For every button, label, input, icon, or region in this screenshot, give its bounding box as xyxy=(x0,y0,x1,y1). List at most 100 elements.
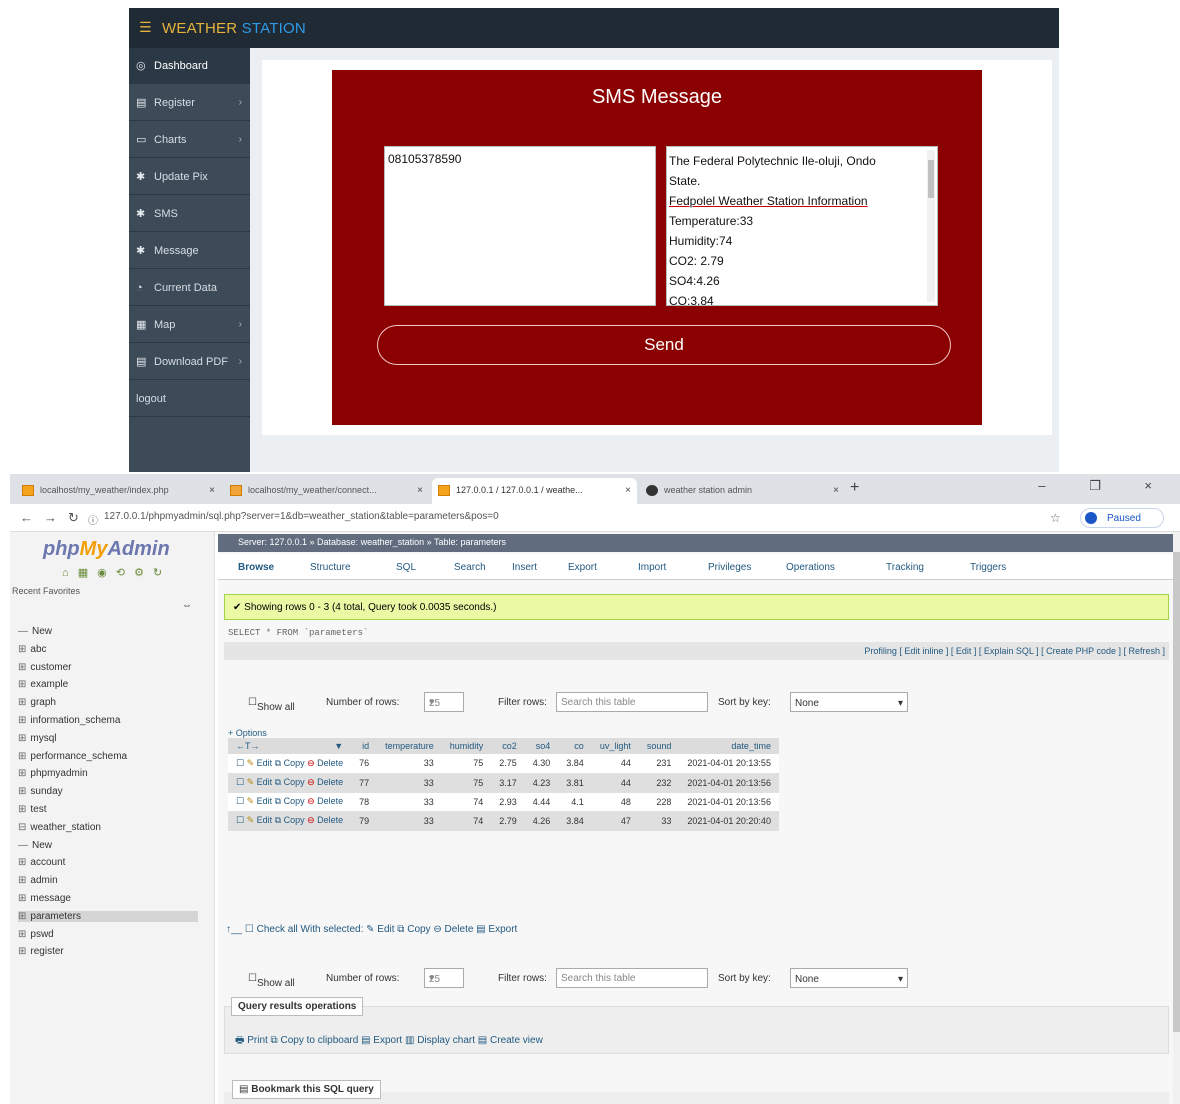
tab-search[interactable]: Search xyxy=(454,562,486,573)
database-tree-item[interactable]: ⊞ sunday xyxy=(18,786,63,797)
phpmyadmin-logo[interactable]: phpMyAdmin xyxy=(43,538,170,561)
recent-favorites-tabs[interactable]: Recent Favorites xyxy=(12,586,80,596)
row-checkbox[interactable]: ☐ xyxy=(236,758,247,768)
forward-icon[interactable]: → xyxy=(44,510,57,525)
message-scrollbar[interactable] xyxy=(927,150,935,302)
column-header[interactable]: so4 xyxy=(524,738,559,754)
filter-input[interactable]: Search this table xyxy=(556,968,708,988)
expand-icon[interactable]: ⊞ xyxy=(18,875,26,886)
browser-tab[interactable]: weather station admin × xyxy=(640,478,845,504)
tab-structure[interactable]: Structure xyxy=(310,562,351,573)
delete-icon[interactable]: ⊖ xyxy=(305,758,318,768)
edit-link[interactable]: Edit xyxy=(257,815,273,825)
database-tree-item[interactable]: — New xyxy=(18,840,52,851)
copy-link[interactable]: Copy xyxy=(284,815,305,825)
filter-input[interactable]: Search this table xyxy=(556,692,708,712)
expand-icon[interactable]: ⊞ xyxy=(18,715,26,726)
column-header[interactable]: date_time xyxy=(679,738,779,754)
database-tree-item[interactable]: ⊞ performance_schema xyxy=(18,751,127,762)
with-selected-bar[interactable]: ↑__ ☐ Check all With selected: ✎ Edit ⧉ … xyxy=(226,924,517,935)
delete-link[interactable]: Delete xyxy=(317,777,343,787)
edit-icon[interactable]: ✎ xyxy=(247,815,257,825)
message-body-field[interactable]: The Federal Polytechnic Ile-oluji, Ondo … xyxy=(666,146,938,306)
column-header[interactable]: id xyxy=(351,738,378,754)
delete-icon[interactable]: ⊖ xyxy=(305,815,318,825)
delete-link[interactable]: Delete xyxy=(317,758,343,768)
sort-select[interactable]: None ▾ xyxy=(790,968,908,988)
database-tree-item[interactable]: ⊞ phpmyadmin xyxy=(18,768,88,779)
database-tree-item[interactable]: ⊞ parameters xyxy=(18,910,198,922)
column-header[interactable]: temperature xyxy=(377,738,442,754)
database-tree-item[interactable]: ⊞ abc xyxy=(18,644,47,655)
expand-icon[interactable]: ⊞ xyxy=(18,733,26,744)
back-icon[interactable]: ← xyxy=(20,510,33,525)
column-header[interactable]: uv_light xyxy=(591,738,639,754)
tab-import[interactable]: Import xyxy=(638,562,666,573)
sidebar-item-update-pix[interactable]: ✱ Update Pix xyxy=(129,159,250,195)
database-tree-item[interactable]: ⊞ customer xyxy=(18,662,72,673)
url-field[interactable]: 127.0.0.1/phpmyadmin/sql.php?server=1&db… xyxy=(104,511,499,522)
profile-button[interactable]: Paused xyxy=(1080,508,1164,528)
sidebar-item-current-data[interactable]: ◔ Current Data xyxy=(129,270,250,306)
edit-link[interactable]: Edit xyxy=(257,777,273,787)
reload-icon[interactable]: ↻ xyxy=(68,510,79,526)
edit-icon[interactable]: ✎ xyxy=(247,777,257,787)
column-header[interactable]: co xyxy=(558,738,592,754)
tab-tracking[interactable]: Tracking xyxy=(886,562,924,573)
copy-link[interactable]: Copy xyxy=(284,758,305,768)
expand-icon[interactable]: ⊞ xyxy=(18,751,26,762)
copy-icon[interactable]: ⧉ xyxy=(272,777,283,787)
expand-icon[interactable]: ⊞ xyxy=(18,911,26,922)
row-checkbox[interactable]: ☐ xyxy=(236,815,247,825)
copy-icon[interactable]: ⧉ xyxy=(272,815,283,825)
bookmark-star-icon[interactable]: ☆ xyxy=(1050,511,1061,525)
breadcrumb[interactable]: Server: 127.0.0.1 » Database: weather_st… xyxy=(218,534,1173,552)
database-tree-item[interactable]: ⊞ admin xyxy=(18,875,58,886)
edit-icon[interactable]: ✎ xyxy=(247,758,257,768)
row-checkbox[interactable]: ☐ xyxy=(236,796,247,806)
show-all-checkbox[interactable]: ☐ Show all xyxy=(248,973,295,989)
browser-tab[interactable]: localhost/my_weather/index.php × xyxy=(16,478,221,504)
phone-number-field[interactable] xyxy=(384,146,656,306)
delete-icon[interactable]: ⊖ xyxy=(305,796,318,806)
expand-icon[interactable]: ⊞ xyxy=(18,697,26,708)
database-tree-item[interactable]: ⊞ message xyxy=(18,893,71,904)
expand-icon[interactable]: ⊞ xyxy=(18,946,26,957)
options-link[interactable]: + Options xyxy=(228,728,267,738)
sidebar-item-map[interactable]: ▦ Map › xyxy=(129,307,250,343)
delete-icon[interactable]: ⊖ xyxy=(305,777,318,787)
expand-icon[interactable]: ⊞ xyxy=(18,786,26,797)
sidebar-item-logout[interactable]: logout xyxy=(129,381,250,417)
sidebar-item-charts[interactable]: ▭ Charts › xyxy=(129,122,250,158)
sort-select[interactable]: None ▾ xyxy=(790,692,908,712)
tab-browse[interactable]: Browse xyxy=(238,562,274,573)
hamburger-menu-icon[interactable]: ☰ xyxy=(139,19,152,36)
edit-link[interactable]: Edit xyxy=(257,796,273,806)
sidebar-item-download-pdf[interactable]: ▤ Download PDF › xyxy=(129,344,250,380)
tab-sql[interactable]: SQL xyxy=(396,562,416,573)
sidebar-item-message[interactable]: ✱ Message xyxy=(129,233,250,269)
database-tree-item[interactable]: ⊞ register xyxy=(18,946,64,957)
database-tree-item[interactable]: ⊞ pswd xyxy=(18,929,54,940)
expand-icon[interactable]: ⊟ xyxy=(18,822,26,833)
expand-icon[interactable]: ⊞ xyxy=(18,804,26,815)
close-tab-icon[interactable]: × xyxy=(833,485,839,496)
window-controls[interactable]: – ❐ × xyxy=(1038,478,1172,494)
edit-icon[interactable]: ✎ xyxy=(247,796,257,806)
profiling-links[interactable]: Profiling [ Edit inline ] [ Edit ] [ Exp… xyxy=(224,642,1169,660)
sidebar-item-sms[interactable]: ✱ SMS xyxy=(129,196,250,232)
expand-icon[interactable]: ⊞ xyxy=(18,893,26,904)
expand-icon[interactable]: ⊞ xyxy=(18,644,26,655)
close-tab-icon[interactable]: × xyxy=(209,485,215,496)
home-icon[interactable]: ⌂ ▦ ◉ ⟲ ⚙ ↻ xyxy=(62,566,165,579)
database-tree-item[interactable]: ⊞ example xyxy=(18,679,68,690)
expand-icon[interactable]: ⊞ xyxy=(18,768,26,779)
copy-link[interactable]: Copy xyxy=(284,777,305,787)
rows-select[interactable]: 25 ▾ xyxy=(424,968,464,988)
copy-link[interactable]: Copy xyxy=(284,796,305,806)
column-header[interactable]: humidity xyxy=(441,738,492,754)
database-tree-item[interactable]: ⊞ mysql xyxy=(18,733,57,744)
edit-link[interactable]: Edit xyxy=(257,758,273,768)
copy-icon[interactable]: ⧉ xyxy=(272,796,283,806)
info-icon[interactable]: ⓘ xyxy=(88,512,98,527)
